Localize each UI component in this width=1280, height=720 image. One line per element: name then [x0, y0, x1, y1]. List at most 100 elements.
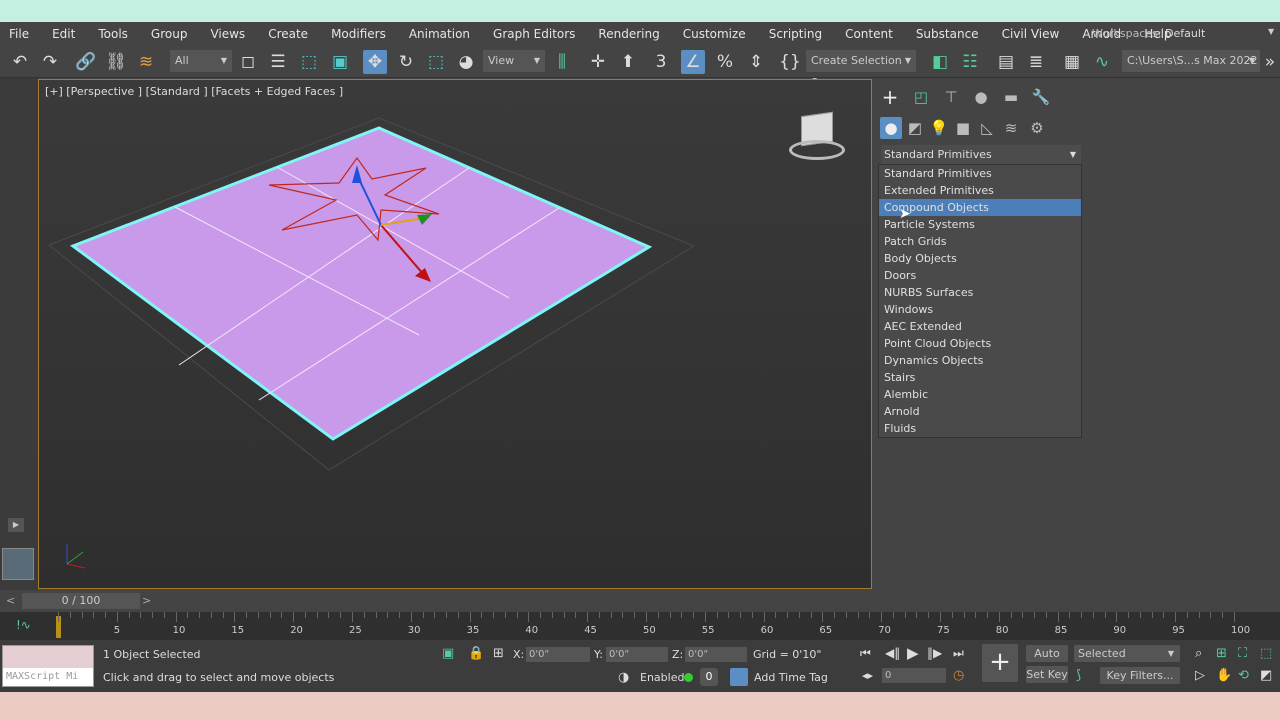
option-standard-primitives[interactable]: Standard Primitives [879, 165, 1081, 182]
select-and-move-icon[interactable]: ✥ [363, 50, 387, 74]
option-doors[interactable]: Doors [879, 267, 1081, 284]
menu-scripting[interactable]: Scripting [769, 27, 830, 41]
layer-explorer-icon[interactable]: ≣ [1024, 50, 1048, 74]
viewport-layout-icon[interactable] [2, 548, 34, 580]
pivot-center-icon[interactable]: ⫼ [550, 50, 574, 74]
auto-key-button[interactable]: Auto Key [1026, 645, 1068, 677]
key-mode-dropdown[interactable]: Selected ▼ [1074, 645, 1180, 662]
project-path-dropdown[interactable]: C:\Users\S...s Max 2022 ▼ [1122, 50, 1260, 72]
lights-icon[interactable]: 💡 [928, 117, 950, 139]
redo-icon[interactable]: ↷ [38, 50, 62, 74]
shapes-icon[interactable]: ◩ [904, 117, 926, 139]
cameras-icon[interactable]: ■ [952, 117, 974, 139]
menu-rendering[interactable]: Rendering [598, 27, 667, 41]
zoom-all-icon[interactable]: ⊞ [1216, 646, 1227, 661]
percent-snap-icon[interactable]: % [713, 50, 737, 74]
select-and-place-icon[interactable]: ◕ [454, 50, 478, 74]
spinner-snap-icon[interactable]: ⇕ [744, 50, 768, 74]
select-manipulate-icon[interactable]: ✛ [586, 50, 610, 74]
object-category-dropdown[interactable]: Standard Primitives ▼ [881, 145, 1081, 164]
snaps-toggle-icon[interactable]: 3 [649, 50, 673, 74]
x-coordinate-field[interactable]: 0'0" [526, 647, 590, 662]
option-stairs[interactable]: Stairs [879, 369, 1081, 386]
workspaces-arrow-icon[interactable]: ▼ [1268, 27, 1274, 36]
option-dynamics-objects[interactable]: Dynamics Objects [879, 352, 1081, 369]
next-key-icon[interactable]: ‖▶ [927, 646, 942, 660]
menu-animation[interactable]: Animation [409, 27, 478, 41]
expand-arrow-icon[interactable]: ▶ [8, 518, 24, 532]
select-and-rotate-icon[interactable]: ↻ [394, 50, 418, 74]
menu-views[interactable]: Views [210, 27, 253, 41]
select-object-icon[interactable]: ◻ [236, 50, 260, 74]
perspective-viewport[interactable]: [+] [Perspective ] [Standard ] [Facets +… [38, 79, 872, 589]
curve-editor-icon[interactable]: ∿ [1090, 50, 1114, 74]
orbit-icon[interactable]: ⟲ [1238, 668, 1249, 683]
maxscript-listener[interactable]: MAXScript Mi [2, 645, 94, 687]
zoom-extents-all-icon[interactable]: ⬚ [1260, 646, 1272, 661]
menu-civil-view[interactable]: Civil View [1002, 27, 1068, 41]
overflow-icon[interactable]: » [1262, 50, 1278, 74]
option-windows[interactable]: Windows [879, 301, 1081, 318]
option-aec-extended[interactable]: AEC Extended [879, 318, 1081, 335]
isolate-selection-icon[interactable]: ▣ [442, 646, 454, 661]
hierarchy-tab-icon[interactable]: ⊤ [940, 86, 962, 108]
rectangular-selection-icon[interactable]: ⬚ [297, 50, 321, 74]
select-and-scale-icon[interactable]: ⬚ [424, 50, 448, 74]
viewcube-ring[interactable] [789, 140, 845, 160]
viewcube[interactable] [787, 110, 847, 164]
option-alembic[interactable]: Alembic [879, 386, 1081, 403]
menu-graph-editors[interactable]: Graph Editors [493, 27, 583, 41]
adaptive-degradation-icon[interactable]: ◑ [618, 670, 629, 685]
default-in-out-tangent-icon[interactable]: ⟆ [1076, 668, 1081, 683]
prev-frame-icon[interactable]: < [6, 594, 15, 607]
menu-group[interactable]: Group [151, 27, 196, 41]
menu-edit[interactable]: Edit [52, 27, 83, 41]
time-tag-icon[interactable] [730, 668, 748, 686]
set-key-big-button[interactable]: + [982, 644, 1018, 682]
align-icon[interactable]: ☷ [958, 50, 982, 74]
pan-view-icon[interactable]: ✋ [1216, 668, 1232, 683]
time-slider[interactable]: 0 / 100 [22, 593, 140, 609]
key-filters-button[interactable]: Key Filters... [1100, 667, 1180, 684]
bind-space-warp-icon[interactable]: ≋ [134, 50, 158, 74]
geometry-icon[interactable]: ● [880, 117, 902, 139]
set-key-button[interactable]: Set Key [1026, 666, 1068, 683]
ribbon-toggle-icon[interactable]: ▦ [1060, 50, 1084, 74]
space-warps-icon[interactable]: ≋ [1000, 117, 1022, 139]
reference-coordinate-dropdown[interactable]: View ▼ [483, 50, 545, 72]
selection-filter-dropdown[interactable]: All ▼ [170, 50, 232, 72]
create-tab-icon[interactable]: + [879, 86, 901, 108]
option-body-objects[interactable]: Body Objects [879, 250, 1081, 267]
y-coordinate-field[interactable]: 0'0" [606, 647, 668, 662]
add-time-tag[interactable]: Add Time Tag [754, 671, 828, 684]
maximize-viewport-icon[interactable]: ◩ [1260, 668, 1272, 683]
zoom-extents-icon[interactable]: ⛶ [1238, 646, 1247, 661]
track-bar[interactable]: !∿ 0510152025303540455055606570758085909… [0, 612, 1280, 640]
display-tab-icon[interactable]: ▬ [1000, 86, 1022, 108]
field-of-view-icon[interactable]: ▷ [1195, 668, 1205, 683]
unlink-icon[interactable]: ⛓ [104, 50, 128, 74]
edit-named-selection-icon[interactable]: {} [778, 50, 802, 74]
utilities-tab-icon[interactable]: 🔧 [1030, 86, 1052, 108]
option-extended-primitives[interactable]: Extended Primitives [879, 182, 1081, 199]
undo-icon[interactable]: ↶ [8, 50, 32, 74]
option-nurbs-surfaces[interactable]: NURBS Surfaces [879, 284, 1081, 301]
option-point-cloud-objects[interactable]: Point Cloud Objects [879, 335, 1081, 352]
current-frame-field[interactable]: 0 [882, 668, 946, 683]
workspaces[interactable]: Workspaces: Default [1092, 27, 1205, 40]
z-coordinate-field[interactable]: 0'0" [685, 647, 747, 662]
maxscript-input[interactable] [3, 646, 93, 668]
angle-snap-icon[interactable]: ∠ [681, 50, 705, 74]
selection-lock-icon[interactable]: 🔒 [468, 646, 484, 661]
menu-modifiers[interactable]: Modifiers [331, 27, 394, 41]
link-icon[interactable]: 🔗 [74, 50, 98, 74]
time-configuration-icon[interactable]: ◷ [953, 668, 964, 683]
menu-customize[interactable]: Customize [683, 27, 754, 41]
play-icon[interactable]: ▶ [907, 644, 919, 662]
scene-explorer-icon[interactable]: ▤ [994, 50, 1018, 74]
select-by-name-icon[interactable]: ☰ [266, 50, 290, 74]
go-to-start-icon[interactable]: ⏮ [860, 646, 871, 661]
go-to-end-icon[interactable]: ⏭ [953, 646, 964, 661]
keyboard-shortcut-override-icon[interactable]: ⬆ [616, 50, 640, 74]
window-crossing-icon[interactable]: ▣ [328, 50, 352, 74]
